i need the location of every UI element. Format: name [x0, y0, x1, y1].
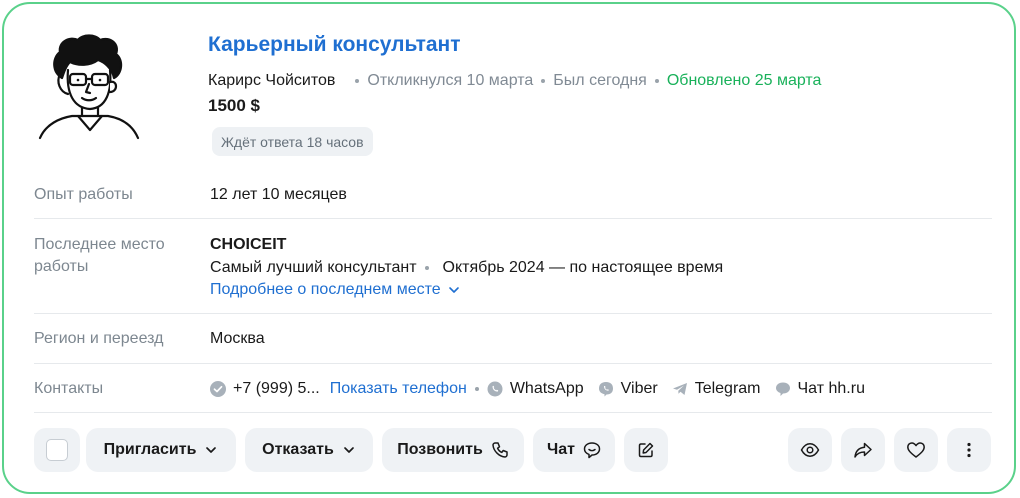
hh-chat-label: Чат hh.ru	[797, 380, 865, 397]
contacts-list: +7 (999) 5... Показать телефон WhatsApp …	[210, 378, 865, 400]
hh-chat-link[interactable]: Чат hh.ru	[775, 380, 865, 398]
chat-bubble-icon	[583, 442, 601, 459]
chat-button[interactable]: Чат	[533, 428, 615, 472]
viber-link[interactable]: Viber	[598, 380, 658, 398]
invite-button[interactable]: Пригласить	[86, 428, 236, 472]
telegram-label: Telegram	[694, 380, 761, 397]
separator-dot	[654, 79, 659, 83]
call-label: Позвонить	[397, 441, 483, 458]
responded-date: Откликнулся 10 марта	[367, 72, 534, 89]
separator-dot	[474, 387, 479, 391]
phone-item: +7 (999) 5...	[210, 380, 320, 398]
verified-icon	[210, 381, 226, 397]
chevron-down-icon	[343, 447, 354, 453]
last-job-more-label: Подробнее о последнем месте	[210, 281, 441, 298]
more-button[interactable]	[947, 428, 991, 472]
select-checkbox[interactable]	[46, 439, 68, 461]
last-job-company: CHOICEIT	[210, 236, 287, 253]
candidate-name: Карирс Чойситов	[208, 72, 336, 89]
heart-icon	[907, 442, 925, 458]
share-button[interactable]	[841, 428, 885, 472]
whatsapp-label: WhatsApp	[509, 380, 584, 397]
share-arrow-icon	[854, 442, 872, 458]
avatar	[38, 34, 140, 140]
separator-dot	[355, 79, 360, 83]
whatsapp-icon	[487, 381, 503, 397]
chat-label: Чат	[547, 441, 575, 458]
last-job-position: Самый лучший консультант	[210, 259, 417, 276]
eye-icon	[800, 443, 820, 457]
phone-number: +7 (999) 5...	[233, 380, 320, 397]
contacts-label: Контакты	[34, 380, 104, 397]
edit-icon	[638, 442, 654, 458]
last-job-label-line1: Последнее место	[34, 236, 165, 253]
phone-icon	[492, 442, 508, 458]
divider	[34, 218, 992, 219]
region-label: Регион и переезд	[34, 330, 164, 347]
chevron-down-icon	[206, 447, 217, 453]
last-job-more-link[interactable]: Подробнее о последнем месте	[210, 279, 461, 301]
experience-value: 12 лет 10 месяцев	[210, 186, 347, 203]
waiting-badge: Ждёт ответа 18 часов	[212, 127, 373, 156]
separator-dot	[541, 79, 546, 83]
candidate-meta: Карирс Чойситов Откликнулся 10 марта Был…	[208, 72, 821, 90]
experience-label: Опыт работы	[34, 186, 133, 203]
last-job-line: Самый лучший консультант Октябрь 2024 — …	[210, 257, 723, 279]
viber-icon	[598, 381, 614, 397]
last-seen: Был сегодня	[553, 72, 647, 89]
whatsapp-link[interactable]: WhatsApp	[487, 380, 584, 398]
invite-label: Пригласить	[103, 441, 197, 458]
view-button[interactable]	[788, 428, 832, 472]
divider	[34, 363, 992, 364]
last-job-period: Октябрь 2024 — по настоящее время	[442, 259, 724, 276]
edit-note-button[interactable]	[624, 428, 668, 472]
region-value: Москва	[210, 330, 265, 347]
separator-dot	[424, 266, 429, 270]
reject-button[interactable]: Отказать	[245, 428, 373, 472]
show-phone-link[interactable]: Показать телефон	[330, 380, 467, 398]
last-job-label-line2: работы	[34, 258, 89, 275]
favorite-button[interactable]	[894, 428, 938, 472]
viber-label: Viber	[620, 380, 658, 397]
telegram-icon	[672, 381, 688, 397]
divider	[34, 412, 992, 413]
vacancy-title[interactable]: Карьерный консультант	[208, 33, 461, 57]
reject-label: Отказать	[262, 441, 334, 458]
select-checkbox-button[interactable]	[34, 428, 80, 472]
candidate-card: Карьерный консультант Карирс Чойситов От…	[2, 2, 1016, 494]
divider	[34, 313, 992, 314]
updated-date: Обновлено 25 марта	[666, 72, 822, 89]
call-button[interactable]: Позвонить	[382, 428, 524, 472]
chevron-down-icon	[448, 287, 459, 293]
telegram-link[interactable]: Telegram	[672, 380, 761, 398]
salary: 1500 $	[208, 96, 260, 115]
more-vertical-icon	[967, 442, 971, 458]
chat-bubble-icon	[775, 381, 791, 397]
